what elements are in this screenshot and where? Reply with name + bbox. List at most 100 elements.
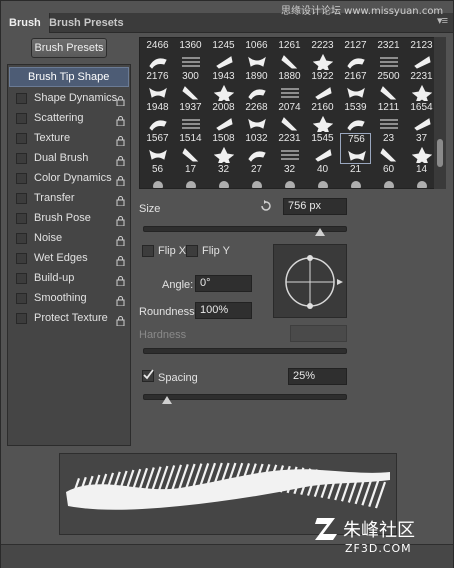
brush-preset-14[interactable]: 14 <box>406 164 437 188</box>
brush-preset-60[interactable]: 60 <box>373 164 404 188</box>
brush-preset-756[interactable]: 756 <box>340 133 371 164</box>
option-checkbox[interactable] <box>16 253 27 264</box>
tab-brush-presets[interactable]: Brush Presets <box>41 13 132 33</box>
brush-preset-2268[interactable]: 2268 <box>241 102 272 133</box>
brush-preset-2123[interactable]: 2123 <box>406 40 437 71</box>
brush-preset-37[interactable]: 37 <box>406 133 437 167</box>
brush-preset-2176[interactable]: 2176 <box>142 71 173 102</box>
flip-y-checkbox[interactable] <box>186 245 198 257</box>
brush-preset-2127[interactable]: 2127 <box>340 40 371 71</box>
brush-preset-1654[interactable]: 1654 <box>406 102 437 133</box>
option-checkbox[interactable] <box>16 153 27 164</box>
brush-preset-1245[interactable]: 1245 <box>208 40 239 71</box>
brush-preset-1937[interactable]: 1937 <box>175 102 206 133</box>
option-protect-texture[interactable]: Protect Texture <box>8 308 130 328</box>
lock-icon[interactable] <box>116 173 125 187</box>
option-checkbox[interactable] <box>16 233 27 244</box>
brush-preset-1261[interactable]: 1261 <box>274 40 305 71</box>
brush-preset-2466[interactable]: 2466 <box>142 40 173 71</box>
option-noise[interactable]: Noise <box>8 228 130 248</box>
brush-preset-1890[interactable]: 1890 <box>241 71 272 102</box>
lock-icon[interactable] <box>116 193 125 207</box>
brush-preset-2074[interactable]: 2074 <box>274 102 305 133</box>
brush-preset-1880[interactable]: 1880 <box>274 71 305 102</box>
flip-x-checkbox[interactable] <box>142 245 154 257</box>
angle-field[interactable]: 0° <box>195 275 252 292</box>
lock-icon[interactable] <box>116 273 125 287</box>
brush-preset-1948[interactable]: 1948 <box>142 102 173 133</box>
option-transfer[interactable]: Transfer <box>8 188 130 208</box>
option-color-dynamics[interactable]: Color Dynamics <box>8 168 130 188</box>
brush-preset-40[interactable]: 40 <box>307 164 338 188</box>
brush-preset-2231[interactable]: 2231 <box>406 71 437 105</box>
lock-icon[interactable] <box>116 253 125 267</box>
lock-icon[interactable] <box>116 293 125 307</box>
option-texture[interactable]: Texture <box>8 128 130 148</box>
lock-icon[interactable] <box>116 313 125 327</box>
brush-preset-1539[interactable]: 1539 <box>340 102 371 133</box>
brush-preset-1514[interactable]: 1514 <box>175 133 206 164</box>
brush-preset-1508[interactable]: 1508 <box>208 133 239 167</box>
brush-preset-1360[interactable]: 1360 <box>175 40 206 71</box>
option-checkbox[interactable] <box>16 273 27 284</box>
option-shape-dynamics[interactable]: Shape Dynamics <box>8 88 130 108</box>
option-smoothing[interactable]: Smoothing <box>8 288 130 308</box>
option-brush-pose[interactable]: Brush Pose <box>8 208 130 228</box>
option-wet-edges[interactable]: Wet Edges <box>8 248 130 268</box>
preset-size-label: 1032 <box>245 133 268 144</box>
spacing-slider-thumb[interactable] <box>162 396 173 404</box>
lock-icon[interactable] <box>116 113 125 127</box>
brush-presets-button[interactable]: Brush Presets <box>31 38 107 58</box>
brush-preset-1545[interactable]: 1545 <box>307 133 338 164</box>
option-scattering[interactable]: Scattering <box>8 108 130 128</box>
lock-icon[interactable] <box>116 213 125 227</box>
brush-preset-2008[interactable]: 2008 <box>208 102 239 133</box>
brush-preset-27[interactable]: 27 <box>241 164 272 188</box>
option-checkbox[interactable] <box>16 93 27 104</box>
brush-preset-300[interactable]: 300 <box>175 71 206 102</box>
roundness-field[interactable]: 100% <box>195 302 252 319</box>
brush-tip-shape-item[interactable]: Brush Tip Shape <box>9 67 129 87</box>
spacing-field[interactable]: 25% <box>288 368 347 385</box>
hardness-field <box>290 325 347 342</box>
brush-preset-2231[interactable]: 2231 <box>274 133 305 164</box>
spacing-slider[interactable] <box>143 394 347 400</box>
brush-preset-1943[interactable]: 1943 <box>208 71 239 105</box>
brush-preset-2167[interactable]: 2167 <box>340 71 371 102</box>
brush-preset-2321[interactable]: 2321 <box>373 40 404 71</box>
lock-icon[interactable] <box>116 93 125 107</box>
option-checkbox[interactable] <box>16 213 27 224</box>
brush-preset-21[interactable]: 21 <box>340 164 371 188</box>
brush-preset-2160[interactable]: 2160 <box>307 102 338 136</box>
lock-icon[interactable] <box>116 153 125 167</box>
brush-preset-17[interactable]: 17 <box>175 164 206 188</box>
brush-preset-32[interactable]: 32 <box>274 164 305 188</box>
brush-preset-2223[interactable]: 2223 <box>307 40 338 74</box>
option-checkbox[interactable] <box>16 113 27 124</box>
size-field[interactable]: 756 px <box>283 198 347 215</box>
brush-preset-32[interactable]: 32 <box>208 164 239 188</box>
option-build-up[interactable]: Build-up <box>8 268 130 288</box>
grid-scroll-thumb[interactable] <box>437 139 443 167</box>
brush-preset-grid[interactable]: 2466 1360 1245 1066 1261 2223 2127 2321 2123 2176… <box>139 37 446 189</box>
option-checkbox[interactable] <box>16 293 27 304</box>
option-checkbox[interactable] <box>16 133 27 144</box>
brush-preset-1032[interactable]: 1032 <box>241 133 272 164</box>
angle-roundness-widget[interactable] <box>273 244 347 318</box>
brush-preset-1567[interactable]: 1567 <box>142 133 173 164</box>
size-slider-thumb[interactable] <box>315 228 326 236</box>
option-checkbox[interactable] <box>16 313 27 324</box>
option-checkbox[interactable] <box>16 173 27 184</box>
lock-icon[interactable] <box>116 233 125 247</box>
spacing-checkbox[interactable] <box>142 369 154 382</box>
reset-size-icon[interactable] <box>259 199 273 213</box>
brush-preset-1922[interactable]: 1922 <box>307 71 338 102</box>
brush-preset-23[interactable]: 23 <box>373 133 404 164</box>
lock-icon[interactable] <box>116 133 125 147</box>
brush-preset-1066[interactable]: 1066 <box>241 40 272 71</box>
option-checkbox[interactable] <box>16 193 27 204</box>
option-dual-brush[interactable]: Dual Brush <box>8 148 130 168</box>
brush-preset-2500[interactable]: 2500 <box>373 71 404 102</box>
brush-preset-1211[interactable]: 1211 <box>373 102 404 133</box>
brush-preset-56[interactable]: 56 <box>142 164 173 188</box>
